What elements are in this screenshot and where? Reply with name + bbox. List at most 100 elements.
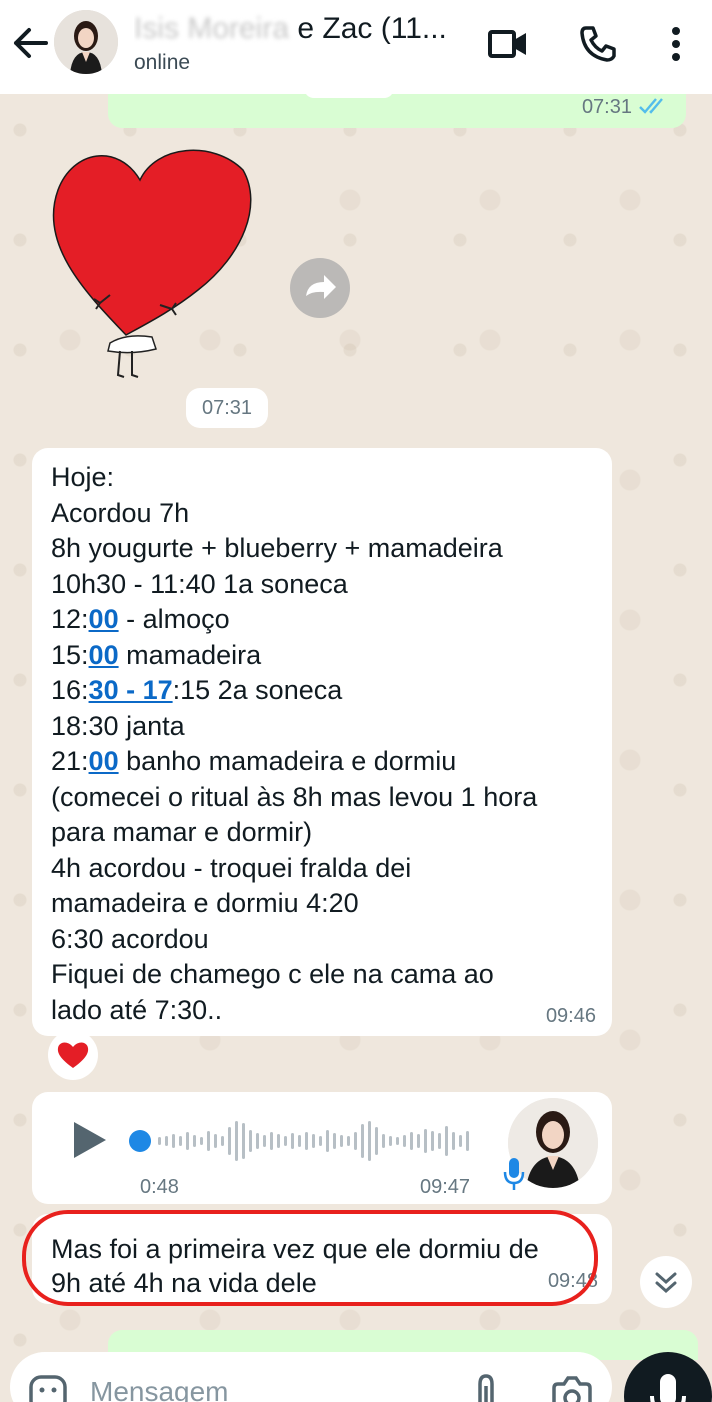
message-text-segment: 15: xyxy=(51,639,89,670)
more-vert-icon[interactable] xyxy=(656,22,696,66)
waveform-bar xyxy=(200,1137,203,1145)
waveform-bar xyxy=(242,1123,245,1159)
message-text-segment: 6:30 acordou xyxy=(51,923,209,954)
waveform-bar xyxy=(172,1134,175,1148)
message-text-segment: 10h30 - 11:40 1a soneca xyxy=(51,568,348,599)
message-line: 10h30 - 11:40 1a soneca xyxy=(51,567,594,603)
waveform-bar xyxy=(368,1121,371,1161)
message-text-segment: - almoço xyxy=(118,604,230,634)
message-text-segment: 12: xyxy=(51,604,89,634)
message-time: 07:31 xyxy=(581,96,632,118)
message-text-segment: mamadeira e dormiu 4:20 xyxy=(51,888,359,918)
waveform-bar xyxy=(466,1131,469,1151)
waveform-bar xyxy=(228,1127,231,1155)
voice-message-bubble[interactable]: 0:48 09:47 xyxy=(32,1092,612,1204)
waveform-bar xyxy=(270,1132,273,1150)
waveform-bar xyxy=(459,1135,462,1147)
message-text-segment: 16: xyxy=(51,675,89,705)
message-text-segment: 8h yougurte + blueberry + mamadeira xyxy=(51,533,503,563)
emoji-icon[interactable] xyxy=(28,1374,68,1402)
waveform-bar xyxy=(179,1136,182,1146)
waveform-bar xyxy=(193,1135,196,1147)
message-text-segment: 21: xyxy=(51,746,89,776)
audio-waveform[interactable] xyxy=(128,1114,478,1168)
contact-name[interactable]: Isis Moreira e Zac (11... xyxy=(134,12,464,46)
message-line: lado até 7:30.. xyxy=(51,993,594,1029)
waveform-bar xyxy=(298,1135,301,1147)
time-link[interactable]: 00 xyxy=(89,640,119,670)
waveform-bar xyxy=(284,1136,287,1146)
time-link[interactable]: 30 - 17 xyxy=(89,675,173,705)
message-line: 18:30 janta xyxy=(51,709,594,745)
waveform-bar xyxy=(431,1131,434,1151)
sticker-time: 07:31 xyxy=(186,388,268,428)
forward-button[interactable] xyxy=(290,258,350,318)
message-text-segment: mamadeira xyxy=(118,639,262,670)
time-link[interactable]: 00 xyxy=(89,604,119,634)
double-check-read-icon xyxy=(638,96,670,116)
voice-record-button[interactable] xyxy=(624,1352,712,1402)
time-link[interactable]: 00 xyxy=(89,746,119,776)
back-arrow-icon[interactable] xyxy=(10,26,50,60)
message-line: Fiquei de chamego c ele na cama ao xyxy=(51,957,594,993)
message-line: (comecei o ritual às 8h mas levou 1 hora xyxy=(51,780,594,816)
mic-icon xyxy=(650,1374,686,1402)
heart-reaction-icon[interactable] xyxy=(48,1030,98,1080)
waveform-bar xyxy=(410,1132,413,1150)
waveform-bar xyxy=(291,1133,294,1149)
message-line: Acordou 7h xyxy=(51,496,594,532)
waveform-bar xyxy=(354,1132,357,1150)
waveform-bar xyxy=(235,1121,238,1161)
play-button[interactable] xyxy=(68,1118,112,1162)
message-text-segment: 4h acordou - troquei fralda dei xyxy=(51,852,412,883)
waveform-bar xyxy=(340,1135,343,1147)
message-input[interactable]: Mensagem xyxy=(90,1376,229,1402)
waveform-bar xyxy=(186,1132,189,1150)
highlight-annotation-ring xyxy=(22,1210,598,1306)
heart-sticker[interactable] xyxy=(48,145,258,385)
waveform-bar xyxy=(333,1133,336,1149)
contact-status: online xyxy=(134,51,191,74)
waveform-bar xyxy=(207,1131,210,1151)
video-call-icon[interactable] xyxy=(486,22,530,66)
mic-icon xyxy=(502,1156,526,1192)
audio-duration: 0:48 xyxy=(140,1176,179,1198)
scroll-to-bottom-button[interactable] xyxy=(640,1256,692,1308)
message-line: 4h acordou - troquei fralda dei xyxy=(51,851,594,887)
waveform-bar xyxy=(263,1135,266,1147)
incoming-message-bubble[interactable]: Hoje: Acordou 7h 8h yougurte + blueberry +… xyxy=(32,448,612,1036)
waveform-bar xyxy=(375,1127,378,1155)
waveform-bar xyxy=(424,1129,427,1153)
waveform-bar xyxy=(452,1132,455,1150)
message-text-segment: 18:30 janta xyxy=(51,710,185,741)
message-text-segment: para mamar e dormir) xyxy=(51,817,313,847)
message-text-segment: Acordou 7h xyxy=(51,497,190,528)
message-line: 12:00 - almoço xyxy=(51,602,594,638)
waveform-bar xyxy=(319,1136,322,1146)
message-line: Hoje: xyxy=(51,460,594,496)
message-line: para mamar e dormir) xyxy=(51,815,594,851)
waveform-bar xyxy=(165,1136,168,1146)
message-line: 15:00 mamadeira xyxy=(51,638,594,674)
message-text-segment: banho mamadeira e dormiu xyxy=(118,746,457,776)
waveform-bar xyxy=(256,1133,259,1149)
paperclip-icon[interactable] xyxy=(468,1372,504,1402)
message-line: 21:00 banho mamadeira e dormiu xyxy=(51,744,594,780)
waveform-bar xyxy=(417,1134,420,1148)
message-composer[interactable]: Mensagem xyxy=(10,1352,612,1402)
waveform-bar xyxy=(326,1130,329,1152)
waveform-bar xyxy=(214,1134,217,1148)
waveform-bar xyxy=(389,1136,392,1146)
chat-header: Isis Moreira e Zac (11... online xyxy=(0,0,712,94)
message-text: Hoje: Acordou 7h 8h yougurte + blueberry +… xyxy=(51,460,594,1028)
forward-icon xyxy=(306,275,336,299)
waveform-bar xyxy=(312,1134,315,1148)
waveform-bar xyxy=(396,1137,399,1145)
waveform-bar xyxy=(445,1126,448,1156)
message-text-segment: Hoje: xyxy=(51,462,115,492)
contact-avatar[interactable] xyxy=(54,10,118,74)
message-line: 8h yougurte + blueberry + mamadeira xyxy=(51,531,594,567)
waveform-bar xyxy=(403,1135,406,1147)
phone-icon[interactable] xyxy=(576,22,620,66)
camera-icon[interactable] xyxy=(550,1374,594,1402)
